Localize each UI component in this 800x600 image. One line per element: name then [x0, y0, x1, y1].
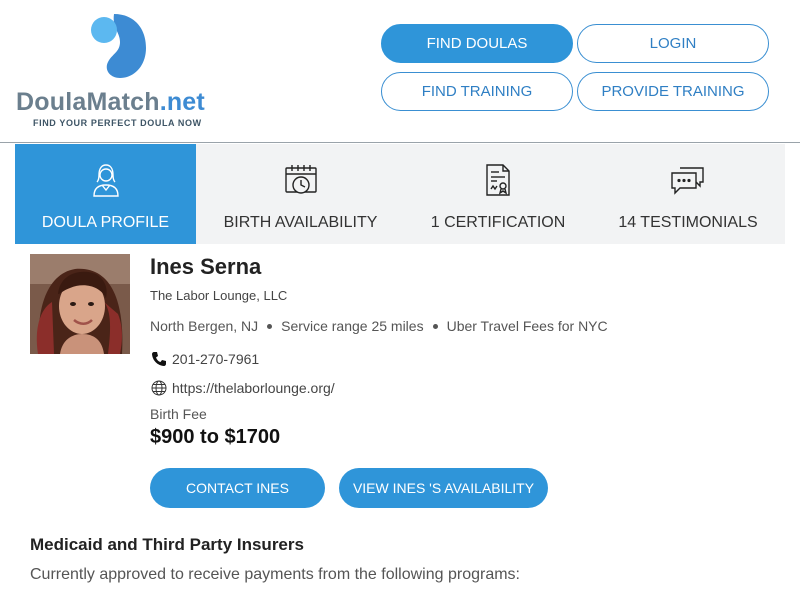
- tab-label: 14 TESTIMONIALS: [618, 214, 758, 231]
- droplet-logo-icon: [91, 14, 146, 78]
- certificate-document-icon: [480, 162, 516, 198]
- doula-service-range: Service range 25 miles: [281, 318, 424, 334]
- birth-fee-label: Birth Fee: [150, 406, 207, 422]
- find-training-button[interactable]: FIND TRAINING: [381, 72, 573, 111]
- chat-bubbles-icon: [670, 162, 706, 198]
- logo-name: DoulaMatch: [16, 88, 160, 116]
- login-button[interactable]: LOGIN: [577, 24, 769, 63]
- phone-row[interactable]: 201-270-7961: [150, 350, 259, 367]
- logo-wordmark: DoulaMatch.net: [16, 88, 205, 117]
- doula-travel-fees: Uber Travel Fees for NYC: [446, 318, 608, 334]
- doula-photo: [30, 254, 130, 354]
- logo-domain: .net: [159, 88, 205, 116]
- tab-birth-availability[interactable]: BIRTH AVAILABILITY: [196, 144, 405, 244]
- phone-icon: [150, 350, 167, 367]
- site-header: DoulaMatch.net FIND YOUR PERFECT DOULA N…: [0, 0, 800, 143]
- tab-testimonials[interactable]: 14 TESTIMONIALS: [591, 144, 785, 244]
- insurance-section-title: Medicaid and Third Party Insurers: [30, 535, 304, 554]
- tab-label: DOULA PROFILE: [41, 214, 170, 231]
- doula-company: The Labor Lounge, LLC: [150, 288, 288, 303]
- tab-certification[interactable]: 1 CERTIFICATION: [405, 144, 591, 244]
- website-row[interactable]: https://thelaborlounge.org/: [150, 379, 335, 396]
- doula-person-icon: [88, 162, 124, 198]
- contact-doula-button[interactable]: CONTACT INES: [150, 468, 325, 508]
- doula-phone[interactable]: 201-270-7961: [172, 351, 259, 367]
- doula-name: Ines Serna: [150, 254, 262, 279]
- birth-fee-value: $900 to $1700: [150, 426, 281, 448]
- logo-tagline: FIND YOUR PERFECT DOULA NOW: [33, 118, 202, 128]
- calendar-clock-icon: [283, 162, 319, 198]
- tab-label: BIRTH AVAILABILITY: [223, 214, 378, 231]
- find-doulas-button[interactable]: FIND DOULAS: [381, 24, 573, 63]
- tab-label: 1 CERTIFICATION: [430, 214, 566, 231]
- doula-website-link[interactable]: https://thelaborlounge.org/: [172, 380, 335, 396]
- doula-meta: North Bergen, NJ Service range 25 miles …: [150, 318, 608, 334]
- site-logo[interactable]: DoulaMatch.net FIND YOUR PERFECT DOULA N…: [16, 10, 226, 135]
- insurance-section-text: Currently approved to receive payments f…: [30, 566, 520, 583]
- view-availability-button[interactable]: VIEW INES 'S AVAILABILITY: [339, 468, 548, 508]
- separator-dot: [432, 323, 438, 329]
- separator-dot: [267, 323, 273, 329]
- tab-doula-profile[interactable]: DOULA PROFILE: [15, 144, 196, 244]
- globe-icon: [150, 379, 167, 396]
- profile-tabs: DOULA PROFILE BIRTH AVAILABILITY 1 CERTI…: [15, 144, 785, 244]
- doula-location: North Bergen, NJ: [150, 318, 259, 334]
- provide-training-button[interactable]: PROVIDE TRAINING: [577, 72, 769, 111]
